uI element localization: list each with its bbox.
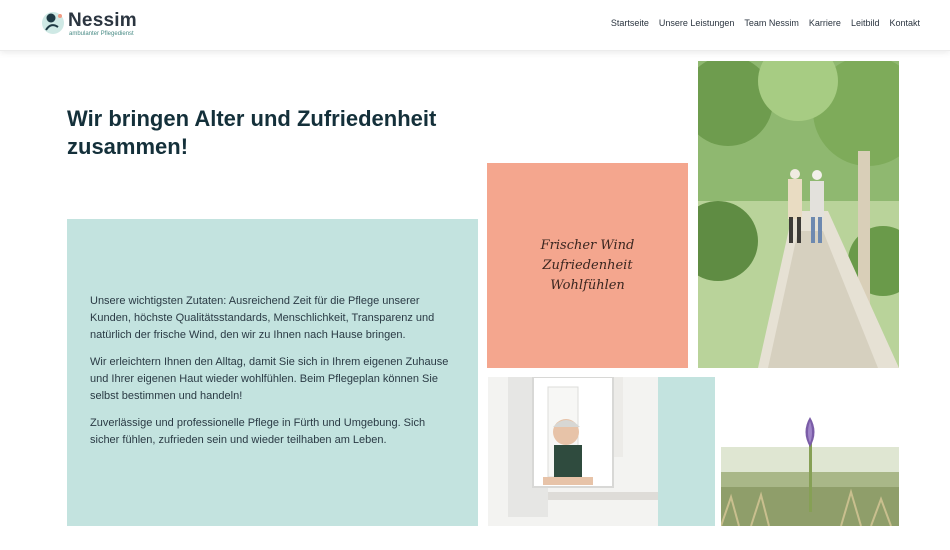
nav-kontakt[interactable]: Kontakt bbox=[889, 18, 920, 28]
value-line: Frischer Wind bbox=[540, 237, 635, 253]
nav-karriere[interactable]: Karriere bbox=[809, 18, 841, 28]
logo-mark-icon bbox=[42, 12, 64, 34]
nav-leitbild[interactable]: Leitbild bbox=[851, 18, 880, 28]
value-line: Wohlfühlen bbox=[550, 277, 625, 293]
intro-text: Unsere wichtigsten Zutaten: Ausreichend … bbox=[90, 293, 455, 459]
logo[interactable]: Nessim ambulanter Pflegedienst bbox=[40, 8, 160, 42]
elderly-couple-image bbox=[698, 61, 899, 368]
smiling-woman-image bbox=[488, 377, 658, 526]
nav-leistungen[interactable]: Unsere Leistungen bbox=[659, 18, 735, 28]
elderly-couple-photo bbox=[698, 61, 899, 368]
intro-paragraph: Zuverlässige und professionelle Pflege i… bbox=[90, 417, 426, 446]
crocus-flower-image bbox=[721, 377, 899, 526]
crocus-flower-photo bbox=[721, 377, 899, 526]
intro-panel: Unsere wichtigsten Zutaten: Ausreichend … bbox=[67, 219, 478, 526]
teal-accent-strip bbox=[658, 377, 715, 526]
site-header: Nessim ambulanter Pflegedienst Startseit… bbox=[0, 0, 950, 51]
smiling-woman-photo bbox=[488, 377, 658, 526]
nav-team[interactable]: Team Nessim bbox=[744, 18, 799, 28]
value-line: Zufriedenheit bbox=[542, 257, 633, 273]
logo-name: Nessim bbox=[68, 10, 137, 31]
values-box: Frischer Wind Zufriedenheit Wohlfühlen bbox=[487, 163, 688, 368]
main-nav: Startseite Unsere Leistungen Team Nessim… bbox=[611, 18, 920, 28]
nav-startseite[interactable]: Startseite bbox=[611, 18, 649, 28]
logo-subtitle: ambulanter Pflegedienst bbox=[69, 31, 134, 37]
intro-paragraph: Wir erleichtern Ihnen den Alltag, damit … bbox=[90, 356, 449, 402]
intro-paragraph: Unsere wichtigsten Zutaten: Ausreichend … bbox=[90, 295, 435, 341]
hero-headline: Wir bringen Alter und Zufriedenheit zusa… bbox=[67, 106, 437, 159]
